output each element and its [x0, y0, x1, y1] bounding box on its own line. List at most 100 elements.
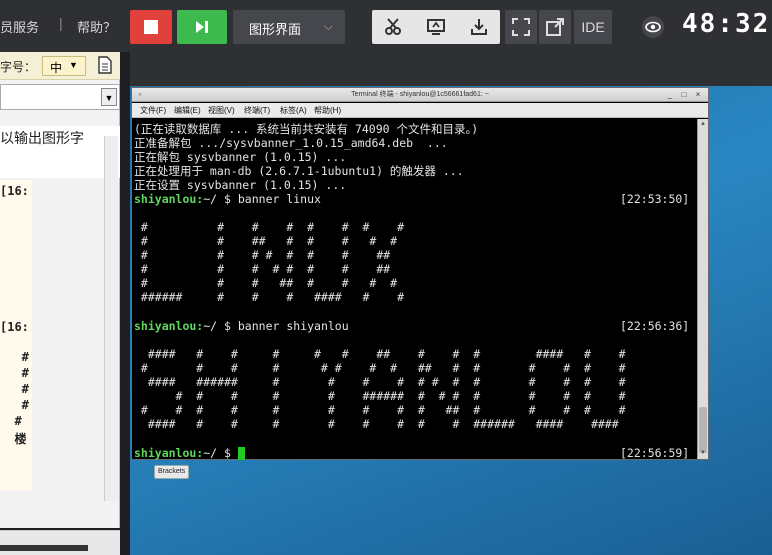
prompt-user: shiyanlou: [134, 319, 204, 333]
member-service-link[interactable]: 员服务 [0, 17, 39, 36]
terminal-title: Terminal 终端 - shiyanlou@1c56661fad61: ~ [351, 91, 489, 98]
desktop-top-strip [130, 52, 772, 86]
chevron-down-icon: ▼ [101, 88, 117, 106]
download-button[interactable] [458, 10, 500, 44]
terminal-titlebar[interactable]: ▫ Terminal 终端 - shiyanlou@1c56661fad61: … [132, 88, 708, 102]
menu-view[interactable]: 视图(V) [208, 105, 235, 116]
close-icon[interactable]: × [693, 90, 703, 100]
terminal-menubar: 文件(F) 编辑(E) 视图(V) 终端(T) 标签(A) 帮助(H) [132, 103, 708, 118]
timestamp: [22:53:50] [620, 192, 690, 206]
banner-line: ###### # # # #### # # [134, 290, 405, 304]
prompt-path: ~/ $ [203, 192, 238, 206]
stop-icon [144, 20, 158, 34]
run-button[interactable] [177, 10, 227, 44]
terminal-scrollbar[interactable]: ▲ ▼ [697, 119, 708, 459]
session-timer: 48:32 [682, 9, 771, 39]
banner-line: # # ## # # # # # [134, 234, 398, 248]
doc-toolbar: 字号： 中 ▼ [0, 52, 120, 80]
document-icon[interactable] [98, 56, 112, 74]
share-screen-icon [427, 19, 445, 35]
banner-line: #### ###### # # # # # # # # # # # # [134, 375, 626, 389]
snippet-line: [16: [0, 184, 29, 198]
doc-panel: 字号： 中 ▼ ▼ 以输出图形字 [16: [16: # # # # # 楼 [0, 52, 130, 555]
doc-text: 以输出图形字 [0, 126, 120, 178]
minimize-icon[interactable]: _ [665, 90, 675, 100]
toolbar-separator: | [59, 15, 63, 31]
font-size-label: 字号： [0, 60, 37, 74]
help-link[interactable]: 帮助？ [77, 17, 116, 36]
command-text: banner shiyanlou [237, 319, 349, 333]
banner-line: # # # # # # # # ## # # # # # # [134, 361, 626, 375]
terminal-line: (正在读取数据库 ... 系统当前共安装有 74090 个文件和目录。) [134, 122, 479, 136]
menu-help[interactable]: 帮助(H) [314, 105, 341, 116]
scroll-down-icon[interactable]: ▼ [699, 449, 707, 457]
banner-line: # # # # # # # # [134, 220, 405, 234]
top-toolbar: 员服务 | 帮助？ 图形界面 ⌵ IDE 48:32 [0, 0, 772, 52]
ide-button[interactable]: IDE [574, 10, 612, 44]
menu-file[interactable]: 文件(F) [140, 105, 166, 116]
menu-tabs[interactable]: 标签(A) [280, 105, 307, 116]
timestamp: [22:56:59] [620, 446, 690, 460]
banner-line: #### # # # # # ## # # # #### # # [134, 347, 626, 361]
snippet-line: # [0, 366, 29, 380]
prompt-path: ~/ $ [203, 446, 238, 460]
terminal-line: 正在处理用于 man-db (2.6.7.1-1ubuntu1) 的触发器 ..… [134, 164, 464, 178]
prompt-line: shiyanlou:~/ $ banner linux [134, 192, 321, 206]
prompt-path: ~/ $ [203, 319, 238, 333]
terminal-line: 正在设置 sysvbanner (1.0.15) ... [134, 178, 347, 192]
mode-select-label: 图形界面 [249, 22, 302, 37]
doc-scrollbar[interactable] [104, 136, 118, 501]
banner-line: # # # # # # # ## [134, 262, 391, 276]
prompt-user: shiyanlou: [134, 192, 204, 206]
menu-terminal[interactable]: 终端(T) [244, 105, 270, 116]
download-icon [471, 19, 487, 35]
stop-button[interactable] [130, 10, 172, 44]
command-text: banner linux [237, 192, 321, 206]
snippet-line: # [0, 398, 29, 412]
font-size-value: 中 [50, 61, 63, 75]
terminal-window: ▫ Terminal 终端 - shiyanlou@1c56661fad61: … [131, 87, 709, 460]
banner-line: # # # # # # # # # ## # # # # # [134, 403, 626, 417]
snippet-line: # [0, 350, 29, 364]
font-size-select[interactable]: 中 ▼ [42, 56, 86, 76]
eye-icon [642, 16, 664, 38]
maximize-icon[interactable]: □ [679, 90, 689, 100]
terminal-line: 正准备解包 .../sysvbanner_1.0.15_amd64.deb ..… [134, 136, 448, 150]
text-cursor [237, 447, 245, 460]
snippet-line: # [0, 414, 22, 428]
scroll-thumb[interactable] [699, 407, 707, 453]
doc-combo[interactable]: ▼ [0, 84, 120, 110]
scissors-icon [385, 18, 401, 35]
chevron-down-icon: ⌵ [323, 19, 333, 33]
timestamp: [22:56:36] [620, 319, 690, 333]
snippet-line: # [0, 382, 29, 396]
watch-button[interactable] [640, 10, 670, 44]
doc-terminal-snippet: [16: [16: # # # # # 楼 [0, 180, 32, 490]
play-icon [196, 21, 208, 33]
chevron-down-icon: ▼ [69, 60, 78, 70]
external-link-icon [546, 18, 564, 36]
doc-content: ▼ 以输出图形字 [16: [16: # # # # # 楼 [0, 80, 120, 555]
banner-line: # # # ## # # # # [134, 276, 398, 290]
prompt-line: shiyanlou:~/ $ banner shiyanlou [134, 319, 349, 333]
screen-share-button[interactable] [415, 10, 457, 44]
terminal-line: 正在解包 sysvbanner (1.0.15) ... [134, 150, 347, 164]
scroll-up-icon[interactable]: ▲ [699, 120, 707, 128]
fullscreen-button[interactable] [505, 10, 537, 44]
terminal-screen[interactable]: (正在读取数据库 ... 系统当前共安装有 74090 个文件和目录。) 正准备… [132, 119, 696, 460]
snippet-line: 楼 [0, 432, 27, 446]
prompt-line: shiyanlou:~/ $ [134, 446, 245, 460]
banner-line: #### # # # # # # # # ###### #### #### [134, 417, 619, 431]
cut-button[interactable] [372, 10, 414, 44]
banner-line: # # # # # ###### # # # # # # # # [134, 389, 626, 403]
tooltip: Brackets [154, 465, 190, 479]
open-external-button[interactable] [539, 10, 571, 44]
doc-hscroll[interactable] [0, 530, 120, 555]
banner-line: # # # # # # # ## [134, 248, 391, 262]
menu-edit[interactable]: 编辑(E) [174, 105, 201, 116]
tool-group [372, 10, 500, 44]
fullscreen-icon [512, 18, 530, 36]
mode-select[interactable]: 图形界面 ⌵ [233, 10, 345, 44]
hscroll-thumb[interactable] [0, 545, 88, 551]
prompt-user: shiyanlou: [134, 446, 204, 460]
